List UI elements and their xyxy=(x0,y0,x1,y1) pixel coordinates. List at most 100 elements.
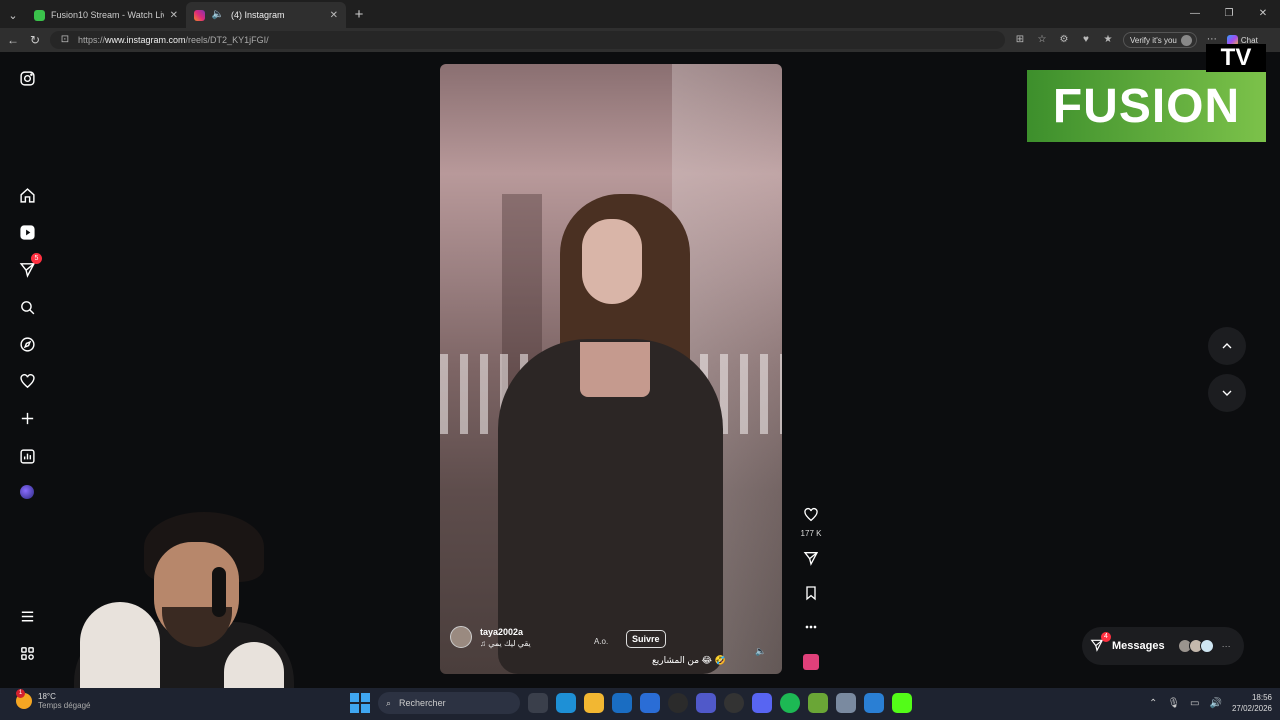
url-text: https://www.instagram.com/reels/DT2_KY1j… xyxy=(78,35,269,45)
spotify-icon[interactable] xyxy=(780,693,800,713)
store-icon[interactable] xyxy=(640,693,660,713)
tab-title: Fusion10 Stream - Watch Live on K xyxy=(51,10,164,20)
like-button[interactable]: 177 K xyxy=(798,507,824,538)
instagram-favicon-icon xyxy=(194,9,205,21)
previous-reel-button[interactable] xyxy=(1208,327,1246,365)
save-button[interactable] xyxy=(798,585,824,606)
send-icon xyxy=(803,552,819,566)
instagram-logo-icon[interactable] xyxy=(17,68,37,88)
brand-tv-text: TV xyxy=(1220,44,1252,71)
author-avatar[interactable] xyxy=(450,626,472,648)
weather-widget[interactable]: 1 18°C Temps dégagé xyxy=(16,689,90,710)
app-icon[interactable] xyxy=(808,693,828,713)
search-placeholder: Rechercher xyxy=(399,698,446,708)
teams-icon[interactable] xyxy=(696,693,716,713)
maximize-icon[interactable]: ❐ xyxy=(1212,0,1246,28)
browser-essentials-icon[interactable]: ♥ xyxy=(1079,33,1093,47)
chevron-up-icon[interactable]: ⌃ xyxy=(1149,698,1157,709)
volume-icon[interactable]: 🔈 xyxy=(754,646,768,660)
share-button[interactable] xyxy=(798,550,824,571)
chevron-up-icon xyxy=(1222,343,1232,349)
outlook-icon[interactable] xyxy=(612,693,632,713)
extensions-icon[interactable]: ⚙ xyxy=(1057,33,1071,47)
clock-date: 27/02/2026 xyxy=(1231,704,1272,713)
send-icon: 4 xyxy=(1090,632,1111,654)
task-view-icon[interactable] xyxy=(528,693,548,713)
windows-start-icon[interactable] xyxy=(350,693,370,713)
system-tray: ⌃ 🎙 ▭ 🔊 18:56 27/02/2026 xyxy=(1149,692,1272,714)
discord-icon[interactable] xyxy=(752,693,772,713)
favorites-icon[interactable]: ★ xyxy=(1101,33,1115,47)
favorite-star-icon[interactable]: ☆ xyxy=(1035,33,1049,47)
reel-author: taya2002a ♫ يقي ليك يمي xyxy=(450,626,531,648)
refresh-icon[interactable]: ↻ xyxy=(28,33,42,47)
dashboard-icon[interactable] xyxy=(17,446,37,466)
weather-badge: 1 xyxy=(16,689,25,698)
create-plus-icon[interactable] xyxy=(17,408,37,428)
ellipsis-icon: ··· xyxy=(1221,641,1231,651)
follow-button[interactable]: Suivre xyxy=(626,630,666,648)
kick-icon[interactable] xyxy=(892,693,912,713)
browser-tab-bar: ⌄ Fusion10 Stream - Watch Live on K ✕ 🔈 … xyxy=(0,0,1280,28)
video-subject xyxy=(582,219,642,304)
explore-compass-icon[interactable] xyxy=(17,334,37,354)
url-field[interactable]: ⊡ https://www.instagram.com/reels/DT2_KY… xyxy=(50,31,1005,49)
author-username[interactable]: taya2002a xyxy=(480,627,531,637)
volume-icon[interactable]: 🔊 xyxy=(1210,698,1222,709)
windows-taskbar: 1 18°C Temps dégagé ⌕ Rechercher ⌃ 🎙 ▭ 🔊 xyxy=(0,688,1280,720)
new-tab-button[interactable]: + xyxy=(346,2,372,28)
app-available-icon[interactable]: ⊞ xyxy=(1013,33,1027,47)
close-window-icon[interactable]: ✕ xyxy=(1246,0,1280,28)
tab-instagram[interactable]: 🔈 (4) Instagram ✕ xyxy=(186,2,346,28)
reel-caption[interactable]: من المشاريع 😂 🤣 xyxy=(652,655,726,666)
clock-time: 18:56 xyxy=(1251,693,1272,702)
more-options-button[interactable] xyxy=(798,619,824,640)
apps-grid-icon[interactable] xyxy=(17,643,37,663)
audio-extra: A.o. xyxy=(594,637,609,646)
search-icon[interactable] xyxy=(17,297,37,317)
address-toolbar: ← ↻ ⊡ https://www.instagram.com/reels/DT… xyxy=(0,28,1280,52)
close-tab-icon[interactable]: ✕ xyxy=(330,10,338,21)
minimize-icon[interactable]: — xyxy=(1178,0,1212,28)
home-icon[interactable] xyxy=(17,185,37,205)
chat-avatar xyxy=(1199,639,1214,653)
verify-label: Verify it's you xyxy=(1130,35,1177,45)
app-icon[interactable] xyxy=(864,693,884,713)
clock[interactable]: 18:56 27/02/2026 xyxy=(1232,692,1272,714)
tab-fusion10[interactable]: Fusion10 Stream - Watch Live on K ✕ xyxy=(26,2,186,28)
file-explorer-icon[interactable] xyxy=(584,693,604,713)
likes-count: 177 K xyxy=(800,529,822,538)
audio-cover-icon xyxy=(803,654,819,670)
tab-actions-icon[interactable]: ⌄ xyxy=(0,2,26,28)
app-icon[interactable] xyxy=(724,693,744,713)
settings-icon[interactable] xyxy=(836,693,856,713)
weather-temp: 18°C xyxy=(38,692,56,701)
fusion-tv-logo: TV xyxy=(1206,44,1266,72)
verify-profile-button[interactable]: Verify it's you xyxy=(1123,32,1197,48)
microphone-icon[interactable]: 🎙 xyxy=(1167,698,1180,709)
reels-icon[interactable] xyxy=(17,222,37,242)
edge-icon[interactable] xyxy=(556,693,576,713)
window-controls: — ❐ ✕ xyxy=(1178,0,1280,28)
audio-thumbnail[interactable] xyxy=(798,654,824,670)
notifications-heart-icon[interactable] xyxy=(17,371,37,391)
chevron-down-icon xyxy=(1222,390,1232,396)
profile-avatar xyxy=(1180,34,1192,46)
kick-favicon-icon xyxy=(34,9,45,21)
heart-icon xyxy=(804,507,818,522)
audio-track[interactable]: ♫ يقي ليك يمي xyxy=(480,639,531,648)
speaker-icon[interactable]: 🔈 xyxy=(211,8,225,22)
next-reel-button[interactable] xyxy=(1208,374,1246,412)
taskbar-search[interactable]: ⌕ Rechercher xyxy=(378,692,520,714)
sun-icon: 1 xyxy=(16,689,32,709)
obs-icon[interactable] xyxy=(668,693,688,713)
network-icon[interactable]: ▭ xyxy=(1190,698,1199,709)
site-info-icon[interactable]: ⊡ xyxy=(58,33,72,47)
menu-hamburger-icon[interactable] xyxy=(17,606,37,626)
back-icon[interactable]: ← xyxy=(6,33,20,47)
messages-button[interactable]: 4 Messages ··· xyxy=(1082,627,1244,665)
close-tab-icon[interactable]: ✕ xyxy=(170,10,178,21)
direct-messages-icon[interactable]: 5 xyxy=(17,253,42,279)
profile-avatar-icon[interactable] xyxy=(17,482,37,502)
reel-video[interactable]: taya2002a ♫ يقي ليك يمي A.o. Suivre من ا… xyxy=(440,64,782,674)
